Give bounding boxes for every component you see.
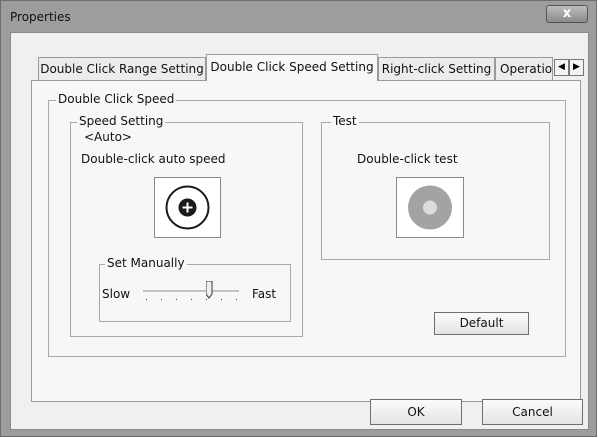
double-click-speed-group-label: Double Click Speed: [56, 92, 177, 106]
auto-speed-icon-box: [154, 177, 221, 238]
tab-double-click-range-setting[interactable]: Double Click Range Setting: [38, 57, 206, 80]
dialog-client-area: Double Click Range Setting Double Click …: [10, 32, 589, 430]
ok-button[interactable]: OK: [370, 399, 462, 425]
slider-tick: [221, 299, 222, 300]
speed-mode-text: <Auto>: [84, 130, 132, 144]
speed-setting-group-label: Speed Setting: [77, 114, 166, 128]
set-manually-group-label: Set Manually: [105, 256, 187, 270]
speed-description-text: Double-click auto speed: [81, 152, 226, 166]
tab-operation[interactable]: Operatio: [495, 57, 553, 80]
speed-slider-track: [143, 290, 239, 300]
cancel-button[interactable]: Cancel: [482, 399, 583, 425]
tab-scroll-left-button[interactable]: ◀: [554, 59, 569, 76]
close-button[interactable]: x: [546, 5, 588, 23]
slider-tick: [236, 299, 237, 300]
tab-right-click-setting[interactable]: Right-click Setting: [378, 57, 495, 80]
window-title: Properties: [10, 10, 71, 24]
double-click-auto-speed-icon: [165, 185, 210, 230]
slider-tick: [146, 299, 147, 300]
fast-label: Fast: [252, 287, 277, 301]
slider-tick: [191, 299, 192, 300]
speed-slider-thumb[interactable]: [205, 280, 213, 299]
slider-tick: [206, 299, 207, 300]
properties-window: Properties x Double Click Range Setting …: [0, 0, 597, 437]
tab-scroll-right-button[interactable]: ▶: [569, 59, 584, 76]
slider-tick: [176, 299, 177, 300]
tab-double-click-speed-setting[interactable]: Double Click Speed Setting: [206, 54, 378, 81]
speed-slider[interactable]: [140, 280, 242, 302]
slider-tick: [161, 299, 162, 300]
test-description-text: Double-click test: [357, 152, 458, 166]
double-click-test-area[interactable]: [396, 177, 464, 238]
default-button[interactable]: Default: [434, 312, 529, 335]
title-bar[interactable]: Properties x: [1, 1, 596, 31]
slow-label: Slow: [102, 287, 131, 301]
double-click-test-target-icon: [408, 185, 452, 230]
tab-panel-double-click-speed: Double Click Speed Speed Setting <Auto> …: [31, 80, 581, 402]
test-group-label: Test: [331, 114, 359, 128]
